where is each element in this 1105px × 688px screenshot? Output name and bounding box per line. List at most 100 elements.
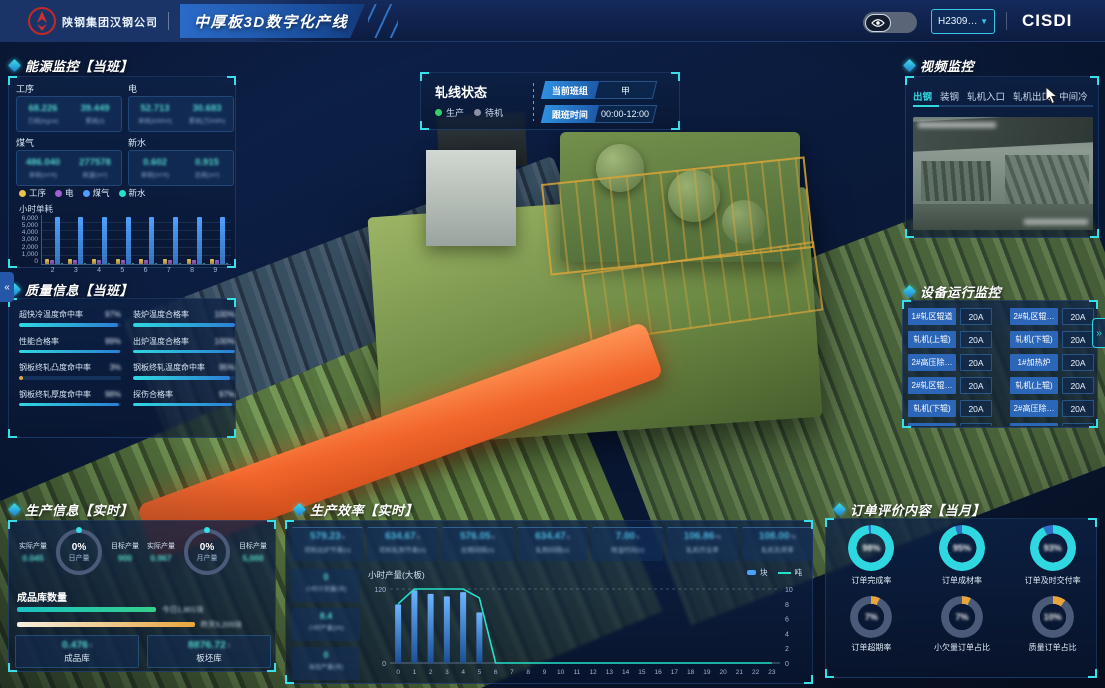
equipment-label: 轧机(上辊) xyxy=(1010,377,1058,394)
energy-panel: 工序 68.226 万耗(kgce) 39.449 累耗(t) 电 52.713… xyxy=(8,76,236,268)
energy-x-tick: 7 xyxy=(167,267,171,274)
monthly-gauge-label: 月产量 xyxy=(197,553,218,563)
quality-item: 超快冷温度命中率 97% xyxy=(19,309,121,327)
visibility-toggle[interactable] xyxy=(863,12,917,33)
daily-production-group: 实际产量 0.045 0% 日产量 目标产量 900 xyxy=(15,529,143,575)
video-tab-1[interactable]: 装钢 xyxy=(940,89,959,103)
scene-drum xyxy=(668,170,720,222)
stock-bar-label: 今日1,801块 xyxy=(162,604,203,615)
order-gauge: 7% 订单超期率 xyxy=(850,596,892,653)
dashboard: 陕钢集团汉钢公司 中厚板3D数字化产线 H2309… ▼ CISDI 能源监控【… xyxy=(0,0,1105,688)
title-decoration xyxy=(368,4,398,38)
line-status-title: 轧线状态 xyxy=(435,82,487,101)
left-collapse-handle[interactable]: « xyxy=(0,272,14,302)
equipment-value: 20A xyxy=(1062,400,1094,417)
cctv-timestamp-overlay xyxy=(918,122,996,128)
order-gauge-value: 95% xyxy=(939,525,985,571)
energy-bar xyxy=(121,260,125,264)
equipment-label: 轧机(上辊) xyxy=(908,331,956,348)
stock-box-value: 8876.72t xyxy=(148,639,270,651)
energy-bar xyxy=(155,263,157,264)
svg-text:8: 8 xyxy=(785,602,789,609)
quality-value: 98% xyxy=(105,390,121,399)
efficiency-label: 轧机作业率 xyxy=(667,544,738,554)
equipment-panel: 1#轧区辊道 20A 2#轧区辊… 20A 轧机(上辊) 20A 轧机(下辊) … xyxy=(902,300,1098,428)
efficiency-tiles: 579.23s 坯料出炉节奏(s) 634.67s 坯料轧制节奏(s) 576.… xyxy=(292,527,813,561)
efficiency-value: 106.86% xyxy=(667,531,738,542)
video-tab-2[interactable]: 轧机入口 xyxy=(967,89,1005,103)
equipment-value: 20A xyxy=(1062,331,1094,348)
energy-bar xyxy=(108,263,110,264)
svg-text:16: 16 xyxy=(655,669,663,676)
svg-text:11: 11 xyxy=(574,669,581,676)
efficiency-side-value: 0 xyxy=(292,650,360,660)
energy-y-tick: 3,000 xyxy=(22,236,38,243)
scene-mill-stand xyxy=(368,187,823,447)
svg-text:13: 13 xyxy=(606,669,614,676)
heat-number-select[interactable]: H2309… ▼ xyxy=(931,9,995,34)
quality-item: 探伤合格率 97% xyxy=(133,389,235,407)
equipment-row: 2#高压除… 20A 1#加热炉 20A xyxy=(908,354,1094,371)
quality-label: 钢板终轧温度命中率 xyxy=(133,362,205,373)
daily-actual-value: 0.045 xyxy=(15,553,51,563)
equipment-label: 2#轧区辊… xyxy=(908,377,956,394)
svg-text:10: 10 xyxy=(785,587,793,594)
video-tab-4[interactable]: 中间冷 xyxy=(1059,89,1088,103)
svg-text:15: 15 xyxy=(638,669,646,676)
energy-bar xyxy=(179,263,181,264)
svg-text:9: 9 xyxy=(543,669,547,676)
quality-value: 97% xyxy=(219,390,235,399)
svg-text:5: 5 xyxy=(478,669,482,676)
diamond-icon xyxy=(903,59,916,72)
diamond-icon xyxy=(903,285,916,298)
order-gauge-label: 小欠量订单占比 xyxy=(934,642,990,653)
diamond-icon xyxy=(833,503,846,516)
energy-bar xyxy=(163,259,167,264)
efficiency-side-value: 8.4 xyxy=(292,611,360,621)
quality-value: 3% xyxy=(109,363,121,372)
equipment-value: 20A xyxy=(1062,308,1094,325)
quality-label: 装炉温度合格率 xyxy=(133,309,189,320)
energy-bar xyxy=(97,260,101,264)
monthly-gauge-percent: 0% xyxy=(200,542,214,553)
svg-text:2: 2 xyxy=(785,646,789,653)
efficiency-side-label: 小时产量(t/h) xyxy=(292,623,360,632)
energy-bar xyxy=(173,217,178,264)
energy-cards: 工序 68.226 万耗(kgce) 39.449 累耗(t) 电 52.713… xyxy=(16,82,234,186)
energy-x-axis: 23456789 xyxy=(41,267,227,274)
order-gauge-value: 10% xyxy=(1032,596,1074,638)
energy-value: 30.683 xyxy=(181,103,233,114)
energy-bar xyxy=(102,217,107,264)
stock-box-value: 0.476t xyxy=(16,639,138,651)
equipment-row: 1#轧区辊道 20A 2#轧区辊… 20A xyxy=(908,308,1094,325)
stock-box: 8876.72t 板坯库 xyxy=(147,635,271,668)
energy-bar xyxy=(126,217,131,264)
energy-legend-item: 电 xyxy=(55,187,74,199)
cctv-feed[interactable] xyxy=(913,117,1093,230)
svg-text:10: 10 xyxy=(557,669,565,676)
efficiency-side-tile: 0 小时计划量(块) xyxy=(292,569,360,602)
video-tab-0[interactable]: 出钢 xyxy=(913,89,932,103)
svg-text:7: 7 xyxy=(510,669,514,676)
cctv-machinery xyxy=(1005,155,1089,205)
line-status-panel: 轧线状态 生产待机 当前班组 甲 跟班时间 00:00-12:00 xyxy=(420,72,680,130)
svg-text:2: 2 xyxy=(429,669,433,676)
equipment-label: 2#轧区辊… xyxy=(1010,308,1058,325)
order-gauge: 7% 小欠量订单占比 xyxy=(934,596,990,653)
quality-label: 出炉温度合格率 xyxy=(133,336,189,347)
efficiency-side-tile: 8.4 小时产量(t/h) xyxy=(292,608,360,641)
stock-bar-label: 昨天5,205块 xyxy=(201,619,242,630)
quality-label: 性能合格率 xyxy=(19,336,59,347)
svg-text:14: 14 xyxy=(622,669,630,676)
equipment-rows: 1#轧区辊道 20A 2#轧区辊… 20A 轧机(上辊) 20A 轧机(下辊) … xyxy=(908,308,1094,426)
hourly-output-chart: 1200108642001234567891011121314151617181… xyxy=(364,579,802,686)
energy-bar xyxy=(61,263,63,264)
energy-x-tick: 8 xyxy=(190,267,194,274)
energy-y-tick: 6,000 xyxy=(22,215,38,222)
svg-text:0: 0 xyxy=(382,661,386,668)
video-tab-indicator xyxy=(913,105,939,107)
right-collapse-handle[interactable]: » xyxy=(1092,318,1105,348)
page-title-plate: 中厚板3D数字化产线 xyxy=(180,4,365,38)
production-panel-title: 生产信息【实时】 xyxy=(10,500,133,519)
quality-label: 钢板终轧凸度命中率 xyxy=(19,362,91,373)
